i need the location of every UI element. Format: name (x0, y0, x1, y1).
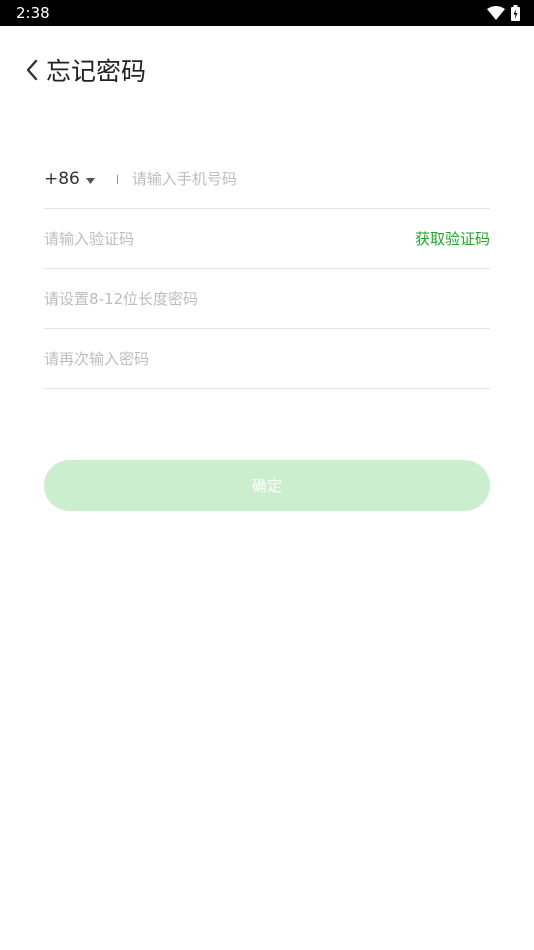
wifi-icon (487, 6, 505, 20)
country-code-value: +86 (44, 169, 80, 189)
status-icons (487, 4, 520, 22)
chevron-left-icon (25, 59, 39, 85)
reset-password-form: +86 获取验证码 (44, 150, 490, 389)
page-title: 忘记密码 (46, 57, 147, 86)
back-button[interactable] (20, 57, 44, 87)
forgot-password-screen: 2:38 忘记密码 +86 请输入手机号码 请输入验证码 获取验证码 确定 (0, 0, 534, 950)
battery-charging-icon (511, 5, 520, 21)
password-input[interactable] (44, 283, 490, 314)
caret-down-icon (85, 169, 95, 189)
verification-code-input[interactable] (44, 223, 415, 254)
get-code-button[interactable]: 获取验证码 (415, 228, 490, 249)
confirm-button[interactable]: 确定 (44, 460, 490, 511)
code-row: 获取验证码 (44, 209, 490, 269)
confirm-password-input[interactable] (44, 343, 490, 374)
status-time: 2:38 (16, 4, 50, 22)
confirm-password-row (44, 329, 490, 389)
phone-row: +86 (44, 150, 490, 209)
password-row (44, 269, 490, 329)
field-divider (116, 174, 118, 184)
country-code-selector[interactable]: +86 (44, 169, 95, 189)
header: 忘记密码 (0, 48, 534, 98)
phone-input[interactable] (131, 164, 490, 194)
status-bar: 2:38 (0, 0, 534, 26)
